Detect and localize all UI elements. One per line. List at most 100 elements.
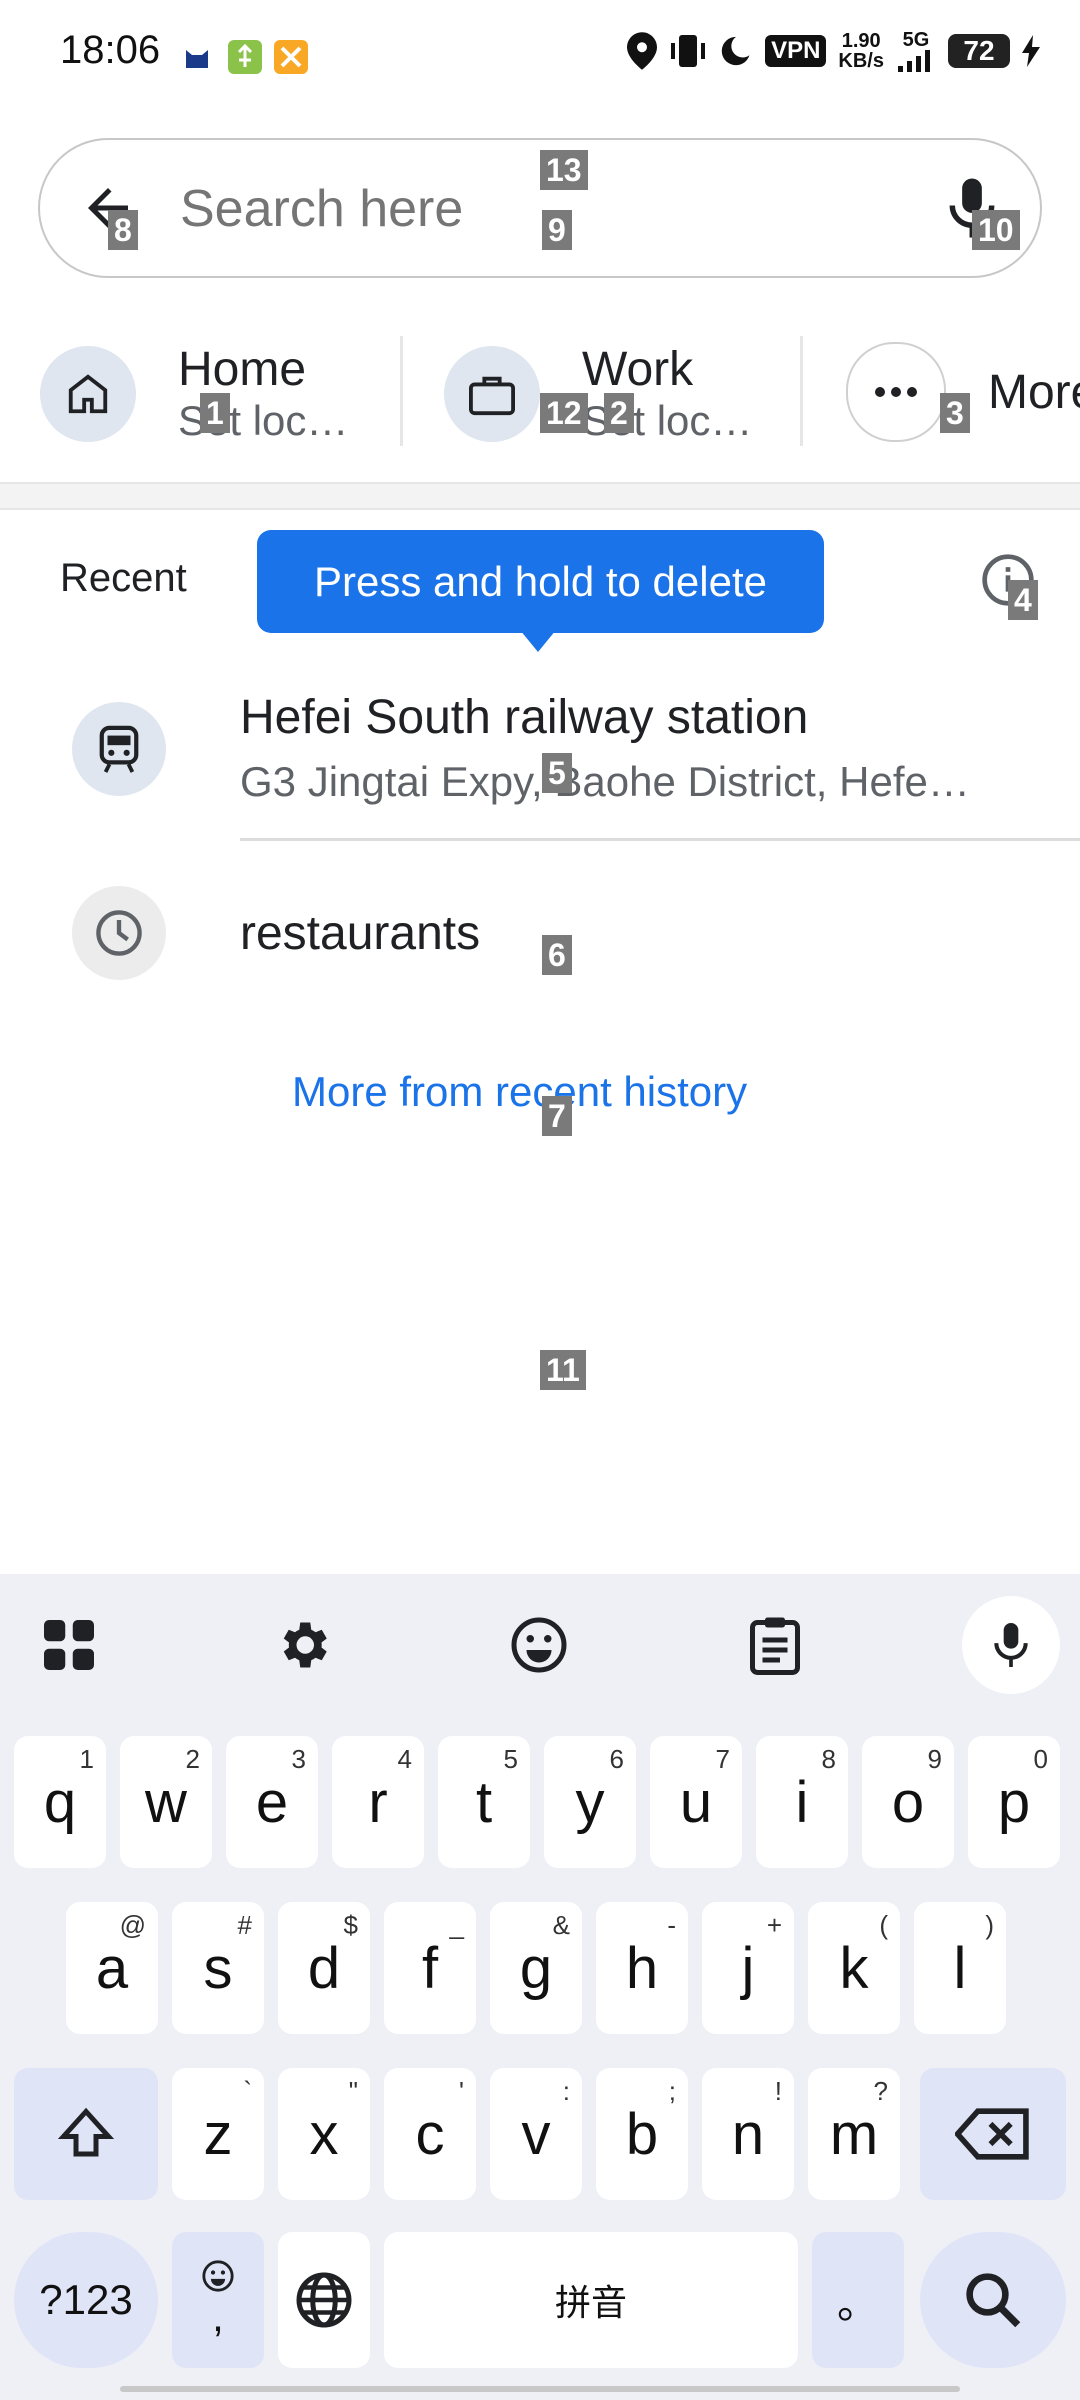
status-icons: VPN 1.90 KB/s 5G 72 — [627, 30, 1040, 72]
keyboard-mic-icon[interactable] — [962, 1596, 1060, 1694]
notification-usb-icon — [228, 40, 262, 74]
key-hint: ( — [879, 1910, 888, 1940]
key-f[interactable]: f _ — [384, 1902, 476, 2034]
index-marker: 12 — [540, 393, 588, 433]
home-icon — [40, 345, 136, 442]
notification-tools-icon — [274, 40, 308, 74]
vpn-badge: VPN — [765, 35, 827, 67]
backspace-icon — [955, 2108, 1029, 2160]
key-k[interactable]: k( — [808, 1902, 900, 2034]
key-label: g — [519, 1935, 553, 2001]
emoji-comma-key[interactable]: , — [172, 2232, 264, 2368]
shortcut-more-title: More — [988, 365, 1080, 419]
key-y[interactable]: y6 — [544, 1736, 636, 1868]
more-history-link[interactable]: More from recent history — [292, 1068, 747, 1116]
search-icon — [966, 2273, 1021, 2328]
vibrate-icon — [669, 33, 707, 69]
index-marker: 1 — [200, 393, 230, 433]
comma-label: , — [212, 2293, 224, 2340]
key-hint: $ — [343, 1910, 358, 1940]
emoji-small-icon — [202, 2260, 234, 2292]
shortcut-divider — [400, 336, 403, 446]
space-key[interactable]: 拼音 — [384, 2232, 798, 2368]
key-hint: @ — [119, 1910, 146, 1940]
key-x[interactable]: x " — [278, 2068, 370, 2200]
moon-icon — [719, 34, 753, 68]
notification-cat-icon — [180, 40, 214, 74]
signal-indicator: 5G — [896, 30, 936, 72]
delete-hint-tooltip: Press and hold to delete — [257, 530, 824, 633]
index-marker: 2 — [604, 393, 634, 433]
key-d[interactable]: d $ — [278, 1902, 370, 2034]
key-p[interactable]: p0 — [968, 1736, 1060, 1868]
shift-arrow-icon — [57, 2107, 115, 2157]
key-q[interactable]: q1 — [14, 1736, 106, 1868]
settings-gear-icon[interactable] — [258, 1600, 348, 1690]
index-marker: 5 — [542, 753, 572, 793]
recent-item-hefei-south[interactable]: Hefei South railway station G3 Jingtai E… — [0, 660, 1080, 840]
key-label: b — [625, 2101, 659, 2167]
key-label: x — [309, 2101, 339, 2167]
shortcut-home[interactable]: Home Set loc… — [40, 342, 348, 445]
key-h[interactable]: h- — [596, 1902, 688, 2034]
index-marker: 11 — [540, 1350, 586, 1390]
key-t[interactable]: t5 — [438, 1736, 530, 1868]
clipboard-icon[interactable] — [730, 1600, 820, 1690]
battery-level: 72 — [948, 34, 1010, 68]
key-label: t — [475, 1769, 493, 1835]
key-i[interactable]: i8 — [756, 1736, 848, 1868]
search-input[interactable] — [178, 178, 782, 240]
recent-item-restaurants[interactable]: restaurants — [0, 860, 1080, 1010]
key-a[interactable]: a @ — [66, 1902, 158, 2034]
key-w[interactable]: w2 — [120, 1736, 212, 1868]
key-o[interactable]: o9 — [862, 1736, 954, 1868]
recent-item-subtitle: G3 Jingtai Expy, Baohe District, Hefe… — [240, 758, 970, 805]
emoji-icon[interactable] — [494, 1600, 584, 1690]
status-time: 18:06 — [60, 28, 161, 72]
key-s[interactable]: s # — [172, 1902, 264, 2034]
period-key[interactable]: 。 — [812, 2232, 904, 2368]
train-icon — [72, 702, 166, 796]
key-label: m — [829, 2101, 879, 2167]
key-label: n — [731, 2101, 765, 2167]
tooltip-arrow — [520, 630, 556, 652]
network-type: 5G — [902, 29, 930, 51]
shortcut-home-title: Home — [178, 343, 307, 396]
key-hint: 2 — [185, 1744, 200, 1774]
key-e[interactable]: e3 — [226, 1736, 318, 1868]
key-label: v — [521, 2101, 551, 2167]
key-c[interactable]: c ' — [384, 2068, 476, 2200]
key-g[interactable]: g & — [490, 1902, 582, 2034]
key-z[interactable]: z ` — [172, 2068, 264, 2200]
key-label: s — [203, 1935, 233, 2001]
key-j[interactable]: j + — [702, 1902, 794, 2034]
key-b[interactable]: b; — [596, 2068, 688, 2200]
shift-key[interactable] — [14, 2068, 158, 2200]
key-label: l — [953, 1935, 967, 2001]
key-hint: 1 — [79, 1744, 94, 1774]
key-v[interactable]: v: — [490, 2068, 582, 2200]
key-hint: ) — [985, 1910, 994, 1940]
key-label: u — [679, 1769, 713, 1835]
key-label: f — [421, 1935, 439, 2001]
symbols-key[interactable]: ?123 — [14, 2232, 158, 2368]
key-hint: 4 — [397, 1744, 412, 1774]
key-label: q — [43, 1769, 77, 1835]
language-key[interactable] — [278, 2232, 370, 2368]
key-m[interactable]: m? — [808, 2068, 900, 2200]
key-hint: ! — [774, 2076, 782, 2106]
backspace-key[interactable] — [920, 2068, 1066, 2200]
recent-heading: Recent — [60, 556, 187, 600]
key-hint: ? — [873, 2076, 888, 2106]
search-key[interactable] — [920, 2232, 1066, 2368]
key-n[interactable]: n! — [702, 2068, 794, 2200]
apps-grid-icon[interactable] — [24, 1600, 114, 1690]
shortcut-work[interactable]: Work Set loc… — [444, 342, 752, 445]
key-label: i — [795, 1769, 809, 1835]
key-hint: 8 — [821, 1744, 836, 1774]
history-icon — [72, 886, 166, 980]
shortcut-work-title: Work — [582, 343, 694, 396]
key-u[interactable]: u7 — [650, 1736, 742, 1868]
key-r[interactable]: r4 — [332, 1736, 424, 1868]
key-l[interactable]: l) — [914, 1902, 1006, 2034]
